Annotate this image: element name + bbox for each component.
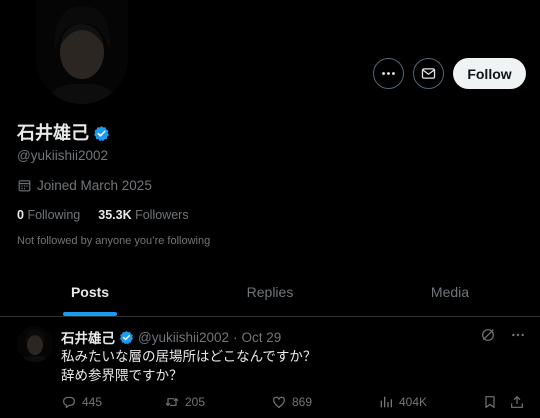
profile-handle: @yukiishii2002: [17, 148, 108, 163]
tweet-author-handle[interactable]: @yukiishii2002: [138, 330, 229, 345]
reply-count: 445: [82, 395, 103, 409]
verified-badge-icon[interactable]: [119, 330, 134, 345]
follow-stats: 0 Following 35.3K Followers: [17, 208, 189, 222]
followers-count: 35.3K: [98, 208, 132, 222]
profile-page: Follow 石井雄己 @yukiishii2002 Joined March …: [0, 0, 540, 418]
tweet-avatar-photo: [17, 326, 53, 362]
tab-posts[interactable]: Posts: [0, 268, 180, 316]
tweet-text: 私みたいな層の居場所はどこなんですか？ 辞め参界隈ですか？: [61, 347, 316, 385]
profile-tabs: Posts Replies Media: [0, 268, 540, 317]
reply-button[interactable]: 445: [61, 394, 102, 410]
more-horizontal-icon: [382, 72, 395, 75]
tweet-actions: 445 205 869 404K: [0, 394, 540, 414]
profile-display-name: 石井雄己: [17, 123, 89, 143]
avatar-photo: [36, 0, 128, 104]
tab-media[interactable]: Media: [360, 268, 540, 316]
followers-link[interactable]: 35.3K Followers: [98, 208, 188, 222]
views-button[interactable]: 404K: [378, 394, 427, 410]
repost-count: 205: [185, 395, 206, 409]
bookmark-button[interactable]: [482, 394, 498, 410]
following-link[interactable]: 0 Following: [17, 208, 80, 222]
envelope-icon: [421, 68, 436, 79]
tweet-separator: ·: [233, 329, 238, 345]
views-count: 404K: [399, 395, 428, 409]
followers-label: Followers: [135, 208, 189, 222]
bookmark-icon: [485, 396, 495, 408]
tweet-text-line: 辞め参界隈ですか？: [61, 368, 183, 383]
more-horizontal-icon[interactable]: [510, 327, 526, 343]
profile-name: 石井雄己: [17, 122, 110, 144]
tweet-top-icons: [480, 327, 526, 343]
following-count: 0: [17, 208, 24, 222]
grok-icon[interactable]: [480, 327, 496, 343]
joined-date: Joined March 2025: [17, 178, 152, 193]
follow-button[interactable]: Follow: [453, 58, 526, 89]
tweet[interactable]: 石井雄己 @yukiishii2002 · Oct 29 私みたいな層の居場所は…: [0, 317, 540, 418]
verified-badge-icon[interactable]: [93, 125, 110, 142]
not-followed-note: Not followed by anyone you’re following: [17, 235, 211, 247]
calendar-icon: [18, 180, 31, 192]
tweet-date[interactable]: Oct 29: [242, 330, 282, 345]
heart-icon: [273, 396, 285, 408]
like-button[interactable]: 869: [271, 394, 312, 410]
following-label: Following: [27, 208, 81, 222]
more-button[interactable]: [373, 58, 404, 89]
views-bar-chart-icon: [380, 396, 392, 408]
reply-icon: [63, 396, 75, 408]
tweet-header: 石井雄己 @yukiishii2002 · Oct 29: [61, 327, 281, 347]
repost-button[interactable]: 205: [164, 394, 205, 410]
like-count: 869: [292, 395, 313, 409]
tweet-avatar[interactable]: [17, 326, 53, 362]
profile-avatar[interactable]: [36, 0, 128, 104]
share-icon: [511, 395, 523, 408]
joined-text: Joined March 2025: [37, 178, 152, 193]
tab-replies[interactable]: Replies: [180, 268, 360, 316]
share-button[interactable]: [509, 394, 525, 410]
message-button[interactable]: [413, 58, 444, 89]
tweet-author-name[interactable]: 石井雄己: [61, 327, 115, 347]
repost-icon: [165, 397, 179, 407]
tweet-text-line: 私みたいな層の居場所はどこなんですか？: [61, 349, 317, 364]
